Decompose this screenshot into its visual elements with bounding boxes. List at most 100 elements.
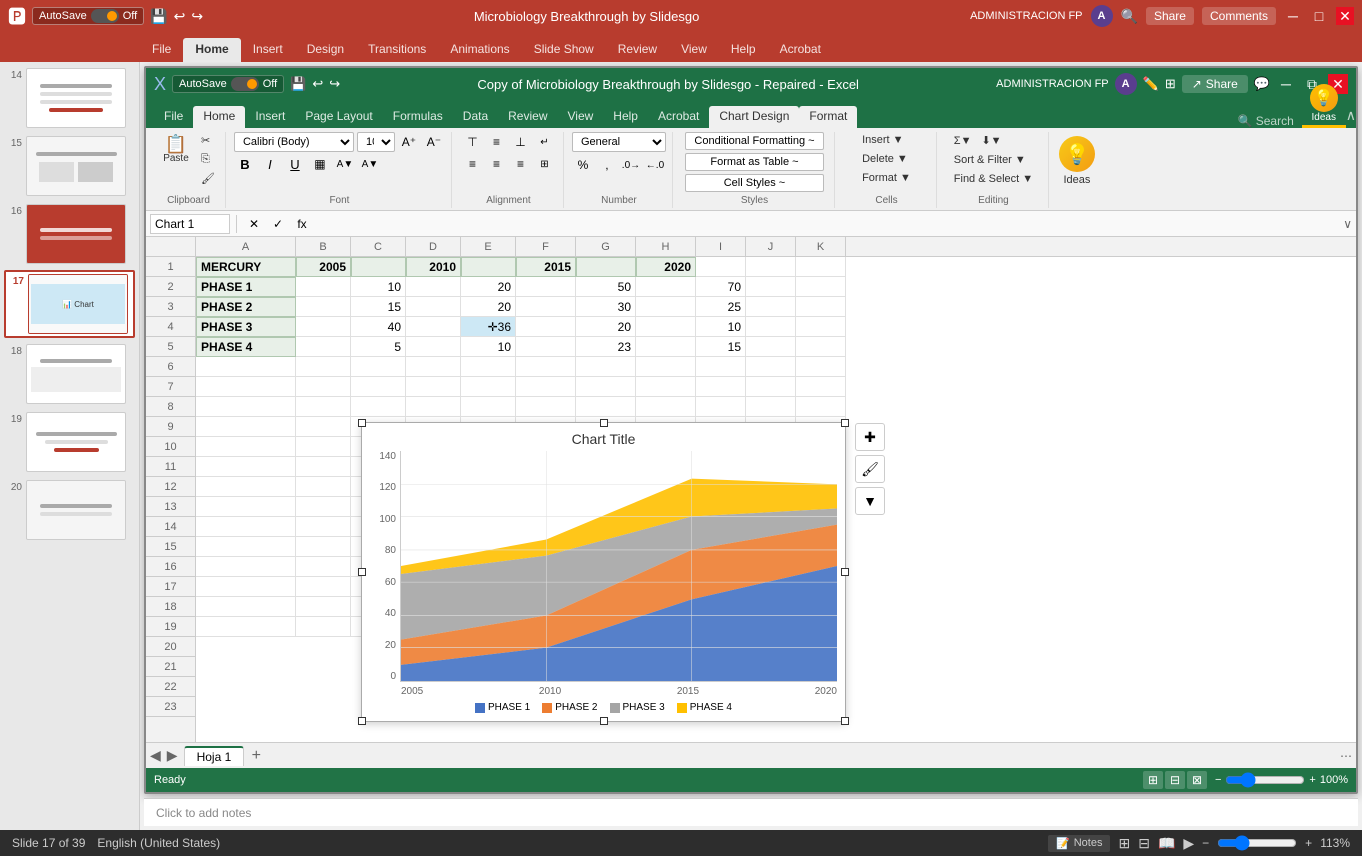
cell-J1[interactable] [746,257,796,277]
cell-D1[interactable]: 2010 [406,257,461,277]
sheet-nav-left[interactable]: ◀ [150,747,161,764]
cell-F8[interactable] [516,397,576,417]
cell-F7[interactable] [516,377,576,397]
slide-thumb-17[interactable]: 17 📊 Chart [4,270,135,338]
row-header-18[interactable]: 18 [146,597,195,617]
ppt-search-icon[interactable]: 🔍 [1121,8,1138,25]
view-slideshow-button[interactable]: ▶ [1183,835,1194,852]
cell-C5[interactable]: 5 [351,337,406,357]
row-header-4[interactable]: 4 [146,317,195,337]
row-header-23[interactable]: 23 [146,697,195,717]
slide-thumb-14[interactable]: 14 [4,66,135,130]
ppt-tab-transitions[interactable]: Transitions [356,38,438,62]
cell-J2[interactable] [746,277,796,297]
percent-button[interactable]: % [572,155,594,175]
cell-G7[interactable] [576,377,636,397]
slide-thumb-18[interactable]: 18 [4,342,135,406]
conditional-formatting-button[interactable]: Conditional Formatting ~ [685,132,823,150]
resize-handle-bl[interactable] [358,717,366,725]
cell-G5[interactable]: 23 [576,337,636,357]
excel-save-icon[interactable]: 💾 [290,76,306,92]
resize-handle-ml[interactable] [358,568,366,576]
cell-F3[interactable] [516,297,576,317]
autosave-badge[interactable]: AutoSave Off [32,7,144,25]
excel-tab-format[interactable]: Format [799,106,857,128]
underline-button[interactable]: U [284,154,306,174]
autosave-toggle[interactable] [91,9,119,23]
cell-A8[interactable] [196,397,296,417]
find-select-button[interactable]: Find & Select ▼ [950,171,1037,187]
cell-K5[interactable] [796,337,846,357]
border-button[interactable]: ▦ [309,154,331,174]
chart-filter-button[interactable]: ▼ [855,487,885,515]
cell-D8[interactable] [406,397,461,417]
cell-B2[interactable] [296,277,351,297]
sheet-nav-right[interactable]: ▶ [167,747,178,764]
zoom-slider[interactable] [1225,772,1305,788]
copy-button[interactable]: ⎘ [197,151,219,168]
cell-H1[interactable]: 2020 [636,257,696,277]
cell-G1[interactable] [576,257,636,277]
cell-D2[interactable] [406,277,461,297]
cell-A9[interactable] [196,417,296,437]
format-painter-button[interactable]: 🖌 [197,170,219,187]
row-header-5[interactable]: 5 [146,337,195,357]
zoom-in-button[interactable]: + [1309,774,1315,786]
row-header-17[interactable]: 17 [146,577,195,597]
col-header-K[interactable]: K [796,237,846,256]
maximize-button[interactable]: □ [1310,7,1328,25]
ppt-tab-animations[interactable]: Animations [438,38,521,62]
ppt-tab-home[interactable]: Home [183,38,240,62]
cell-I2[interactable]: 70 [696,277,746,297]
cell-I8[interactable] [696,397,746,417]
cell-B5[interactable] [296,337,351,357]
excel-autosave-toggle[interactable] [231,77,259,91]
cell-G4[interactable]: 20 [576,317,636,337]
col-header-H[interactable]: H [636,237,696,256]
cell-E6[interactable] [461,357,516,377]
cell-F2[interactable] [516,277,576,297]
excel-redo-icon[interactable]: ↪ [329,76,340,92]
cell-E7[interactable] [461,377,516,397]
slide-thumb-20[interactable]: 20 [4,478,135,542]
excel-tab-file[interactable]: File [154,106,193,128]
cell-J6[interactable] [746,357,796,377]
increase-font-button[interactable]: A⁺ [398,132,420,152]
cell-C3[interactable]: 15 [351,297,406,317]
formula-input[interactable] [317,217,1339,231]
comments-button[interactable]: Comments [1202,7,1276,25]
view-normal-button[interactable]: ⊞ [1118,835,1130,852]
resize-handle-tl[interactable] [358,419,366,427]
ppt-tab-acrobat[interactable]: Acrobat [768,38,833,62]
row-header-16[interactable]: 16 [146,557,195,577]
fill-color-button[interactable]: A▼ [334,154,356,174]
cell-J5[interactable] [746,337,796,357]
cell-E3[interactable]: 20 [461,297,516,317]
excel-comments-icon[interactable]: 💬 [1254,76,1270,92]
cell-A3[interactable]: PHASE 2 [196,297,296,317]
cell-H2[interactable] [636,277,696,297]
ppt-zoom-slider[interactable] [1217,835,1297,851]
excel-tab-insert[interactable]: Insert [245,106,295,128]
excel-minimize-button[interactable]: ─ [1276,74,1296,94]
row-header-10[interactable]: 10 [146,437,195,457]
row-header-12[interactable]: 12 [146,477,195,497]
slide-thumb-15[interactable]: 15 [4,134,135,198]
format-as-table-button[interactable]: Format as Table ~ [685,153,823,171]
cell-F5[interactable] [516,337,576,357]
align-top-button[interactable]: ⊤ [461,132,483,152]
excel-autosave[interactable]: AutoSave Off [172,75,284,93]
col-header-B[interactable]: B [296,237,351,256]
cell-J4[interactable] [746,317,796,337]
col-header-A[interactable]: A [196,237,296,256]
resize-handle-br[interactable] [841,717,849,725]
merge-center-button[interactable]: ⊞ [533,154,555,174]
excel-tab-chart-design[interactable]: Chart Design [709,106,799,128]
font-name-select[interactable]: Calibri (Body) [234,132,354,152]
cell-A7[interactable] [196,377,296,397]
cell-K1[interactable] [796,257,846,277]
ppt-tab-insert[interactable]: Insert [241,38,295,62]
decrease-font-button[interactable]: A⁻ [423,132,445,152]
excel-tab-review[interactable]: Review [498,106,557,128]
excel-share-button[interactable]: ↗ Share [1182,75,1248,93]
